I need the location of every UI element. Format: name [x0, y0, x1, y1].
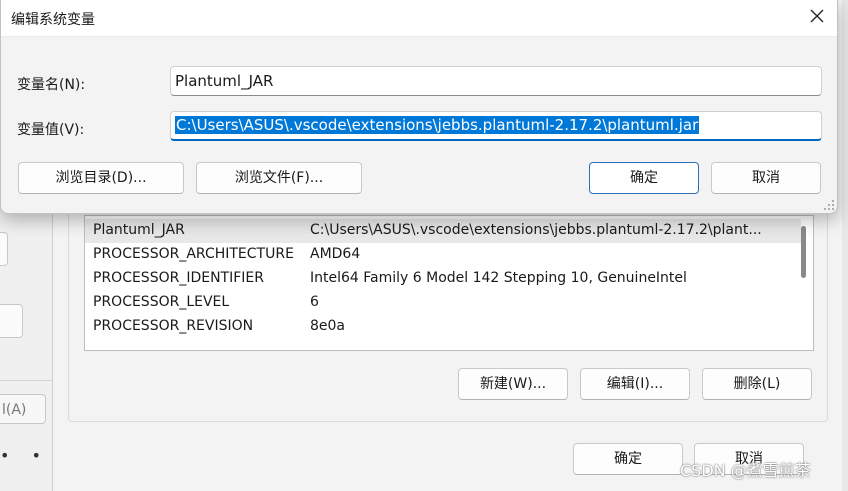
browse-file-button[interactable]: 浏览文件(F)...	[196, 162, 362, 194]
list-item[interactable]: PROCESSOR_REVISION 8e0a	[85, 315, 801, 339]
variable-name-label: 变量名(N):	[17, 77, 86, 93]
list-item[interactable]: Plantuml_JAR C:\Users\ASUS\.vscode\exten…	[85, 219, 801, 243]
dialog-title: 编辑系统变量	[11, 12, 95, 28]
close-icon[interactable]	[807, 6, 827, 26]
background-right-edge	[842, 0, 848, 491]
variable-name-input[interactable]: Plantuml_JAR	[170, 66, 822, 96]
list-item[interactable]: PROCESSOR_LEVEL 6	[85, 291, 801, 315]
variable-name: PROCESSOR_LEVEL	[93, 294, 230, 310]
ok-button[interactable]: 确定	[589, 162, 699, 194]
variable-value: AMD64	[310, 246, 361, 262]
watermark: CSDN @煮雪煎茶	[680, 461, 811, 480]
divider	[0, 380, 52, 381]
partial-button[interactable]: l(A)	[0, 394, 46, 424]
title-bar: 编辑系统变量	[1, 0, 837, 37]
browse-directory-button[interactable]: 浏览目录(D)...	[18, 162, 184, 194]
variable-value-input[interactable]: C:\Users\ASUS\.vscode\extensions\jebbs.p…	[170, 111, 822, 141]
partial-field	[0, 304, 23, 338]
edit-variable-button[interactable]: 编辑(I)...	[580, 368, 690, 400]
new-variable-button[interactable]: 新建(W)...	[458, 368, 568, 400]
variable-name: Plantuml_JAR	[93, 222, 185, 238]
scrollbar-thumb[interactable]	[801, 226, 806, 278]
variable-name-text: Plantuml_JAR	[175, 72, 274, 90]
resize-grip-icon[interactable]	[823, 199, 835, 211]
variable-value: C:\Users\ASUS\.vscode\extensions\jebbs.p…	[310, 222, 762, 238]
list-item[interactable]: PROCESSOR_IDENTIFIER Intel64 Family 6 Mo…	[85, 267, 801, 291]
delete-variable-button[interactable]: 删除(L)	[702, 368, 812, 400]
variable-value: 6	[310, 294, 319, 310]
cancel-button[interactable]: 取消	[711, 162, 821, 194]
variable-name: PROCESSOR_IDENTIFIER	[93, 270, 264, 286]
list-item[interactable]: PROCESSOR_ARCHITECTURE AMD64	[85, 243, 801, 267]
variable-value-text: C:\Users\ASUS\.vscode\extensions\jebbs.p…	[175, 116, 700, 134]
edit-system-variable-dialog: 编辑系统变量 变量名(N): Plantuml_JAR 变量值(V): C:\U…	[0, 0, 838, 214]
variable-value-label: 变量值(V):	[17, 122, 85, 138]
partial-field	[0, 232, 8, 266]
bg-ok-button[interactable]: 确定	[573, 443, 683, 475]
variable-name: PROCESSOR_ARCHITECTURE	[93, 246, 294, 262]
variable-value: 8e0a	[310, 318, 346, 334]
variable-name: PROCESSOR_REVISION	[93, 318, 254, 334]
system-variables-list[interactable]: Plantuml_JAR C:\Users\ASUS\.vscode\exten…	[84, 215, 814, 351]
variable-value: Intel64 Family 6 Model 142 Stepping 10, …	[310, 270, 687, 286]
